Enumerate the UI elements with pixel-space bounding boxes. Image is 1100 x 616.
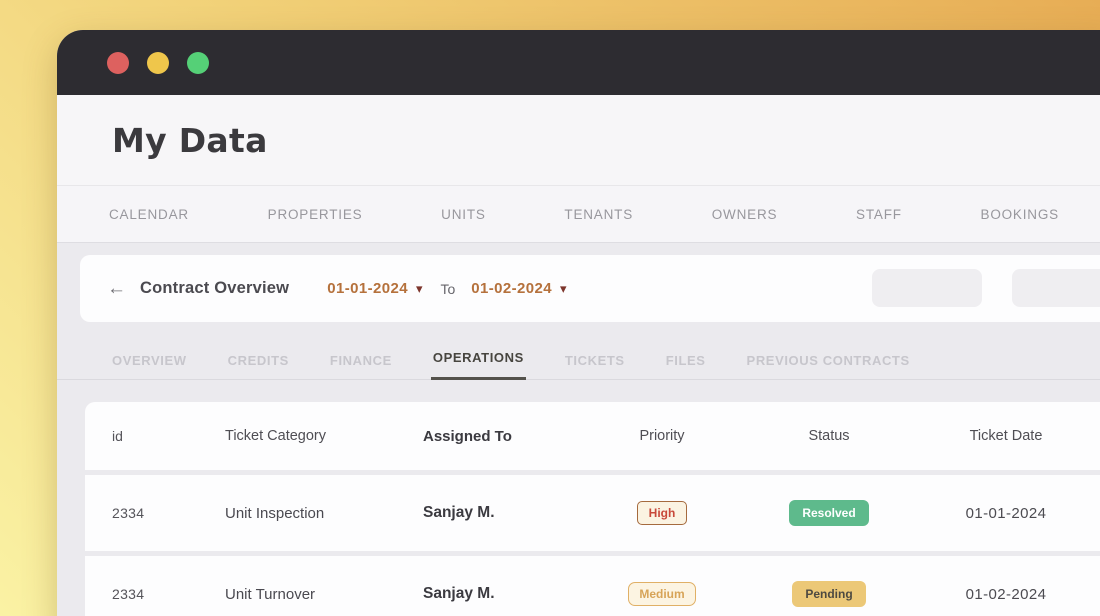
column-header-priority: Priority bbox=[639, 428, 685, 444]
cell-assigned-to: Sanjay M. bbox=[423, 585, 495, 602]
chevron-down-icon[interactable]: ▾ bbox=[560, 281, 567, 297]
placeholder-button-1[interactable] bbox=[872, 269, 982, 307]
contract-overview-title: Contract Overview bbox=[140, 279, 290, 297]
nav-item-units[interactable]: UNITS bbox=[441, 207, 486, 222]
priority-badge: Medium bbox=[628, 582, 696, 606]
cell-assigned-to: Sanjay M. bbox=[423, 504, 495, 521]
nav-item-tenants[interactable]: TENANTS bbox=[564, 207, 633, 222]
column-header-assigned-to: Assigned To bbox=[423, 427, 512, 445]
table-header-row: id Ticket Category Assigned To Priority … bbox=[85, 402, 1100, 470]
cell-ticket-category: Unit Inspection bbox=[225, 504, 325, 522]
nav-item-owners[interactable]: OWNERS bbox=[712, 207, 778, 222]
tab-tickets[interactable]: TICKETS bbox=[563, 338, 627, 380]
cell-id: 2334 bbox=[112, 586, 145, 602]
nav-item-calendar[interactable]: CALENDAR bbox=[109, 207, 189, 222]
page-title: My Data bbox=[112, 120, 268, 160]
cell-ticket-category: Unit Turnover bbox=[225, 585, 316, 603]
main-nav: CALENDAR PROPERTIES UNITS TENANTS OWNERS… bbox=[57, 185, 1100, 243]
chevron-down-icon[interactable]: ▾ bbox=[416, 281, 423, 297]
date-range-picker: 01-01-2024 ▾ To 01-02-2024 ▾ bbox=[327, 280, 576, 297]
date-to-dropdown[interactable]: 01-02-2024 bbox=[471, 280, 552, 297]
column-header-id: id bbox=[112, 428, 123, 444]
traffic-light-minimize-icon[interactable] bbox=[147, 51, 169, 74]
window-titlebar bbox=[57, 30, 1100, 95]
placeholder-button-2[interactable] bbox=[1012, 269, 1100, 307]
page-header: My Data bbox=[57, 95, 1100, 185]
tab-overview[interactable]: OVERVIEW bbox=[110, 338, 189, 380]
cell-ticket-date: 01-01-2024 bbox=[965, 504, 1047, 522]
column-header-ticket-date: Ticket Date bbox=[969, 428, 1043, 444]
browser-window: My Data CALENDAR PROPERTIES UNITS TENANT… bbox=[57, 30, 1100, 616]
cell-ticket-date: 01-02-2024 bbox=[965, 585, 1047, 603]
contract-overview-bar: ← Contract Overview 01-01-2024 ▾ To 01-0… bbox=[80, 255, 1100, 322]
status-badge: Resolved bbox=[789, 500, 869, 526]
traffic-light-maximize-icon[interactable] bbox=[187, 51, 209, 74]
table-row[interactable]: 2334 Unit Turnover Sanjay M. Medium Pend… bbox=[85, 556, 1100, 616]
contract-subtabs: OVERVIEW CREDITS FINANCE OPERATIONS TICK… bbox=[57, 335, 1100, 380]
traffic-light-close-icon[interactable] bbox=[107, 51, 129, 74]
window-content: My Data CALENDAR PROPERTIES UNITS TENANT… bbox=[57, 95, 1100, 616]
nav-item-properties[interactable]: PROPERTIES bbox=[268, 207, 363, 222]
tab-files[interactable]: FILES bbox=[664, 338, 708, 380]
date-from-dropdown[interactable]: 01-01-2024 bbox=[327, 280, 408, 297]
cell-id: 2334 bbox=[112, 505, 145, 521]
tab-credits[interactable]: CREDITS bbox=[226, 338, 291, 380]
priority-badge: High bbox=[636, 501, 688, 525]
tab-operations[interactable]: OPERATIONS bbox=[430, 335, 526, 380]
column-header-category: Ticket Category bbox=[225, 428, 326, 444]
tab-previous-contracts[interactable]: PREVIOUS CONTRACTS bbox=[745, 338, 912, 380]
nav-item-staff[interactable]: STAFF bbox=[856, 207, 902, 222]
table-row[interactable]: 2334 Unit Inspection Sanjay M. High Reso… bbox=[85, 475, 1100, 551]
tickets-table: id Ticket Category Assigned To Priority … bbox=[85, 402, 1100, 616]
status-badge: Pending bbox=[792, 581, 866, 607]
back-arrow-icon[interactable]: ← bbox=[107, 278, 126, 300]
column-header-status: Status bbox=[808, 428, 850, 444]
nav-item-bookings[interactable]: BOOKINGS bbox=[981, 207, 1059, 222]
date-range-to-label: To bbox=[440, 280, 456, 297]
tab-finance[interactable]: FINANCE bbox=[328, 338, 394, 380]
